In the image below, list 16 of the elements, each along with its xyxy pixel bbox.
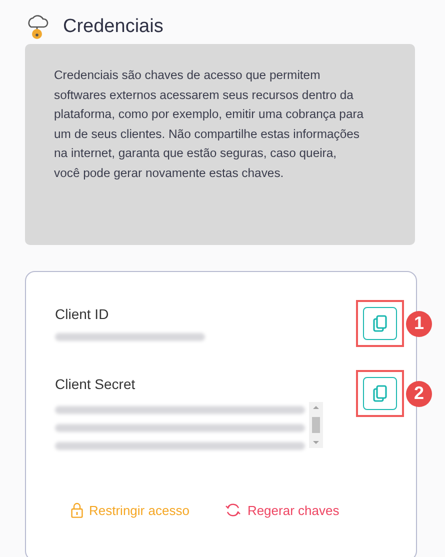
copy-button[interactable] (363, 307, 397, 340)
page-title: Credenciais (63, 16, 164, 38)
callout-marker: 2 (406, 380, 432, 406)
field-label: Client ID (55, 306, 110, 322)
copy-icon (371, 314, 389, 333)
refresh-icon (225, 502, 242, 518)
callout-marker: 1 (406, 310, 432, 336)
field-label: Client Secret (55, 376, 136, 392)
copy-icon (371, 384, 389, 403)
action-link[interactable]: Restringir acesso (71, 502, 190, 518)
cloud-key-icon (25, 14, 49, 40)
lock-icon (71, 502, 83, 518)
scrollbar (309, 402, 323, 448)
action-link[interactable]: Regerar chaves (225, 502, 340, 518)
description-text: Credenciais são chaves de acesso que permitem softwares externos acessarem seus recursos dentro da plataforma, como por exemplo, emitir uma cobrança para um de seus clientes. Não compartilhe estas informações na internet, garanta que estão seguras, caso queira, você pode gerar novamente estas chaves. (54, 67, 365, 182)
copy-button[interactable] (363, 377, 397, 410)
